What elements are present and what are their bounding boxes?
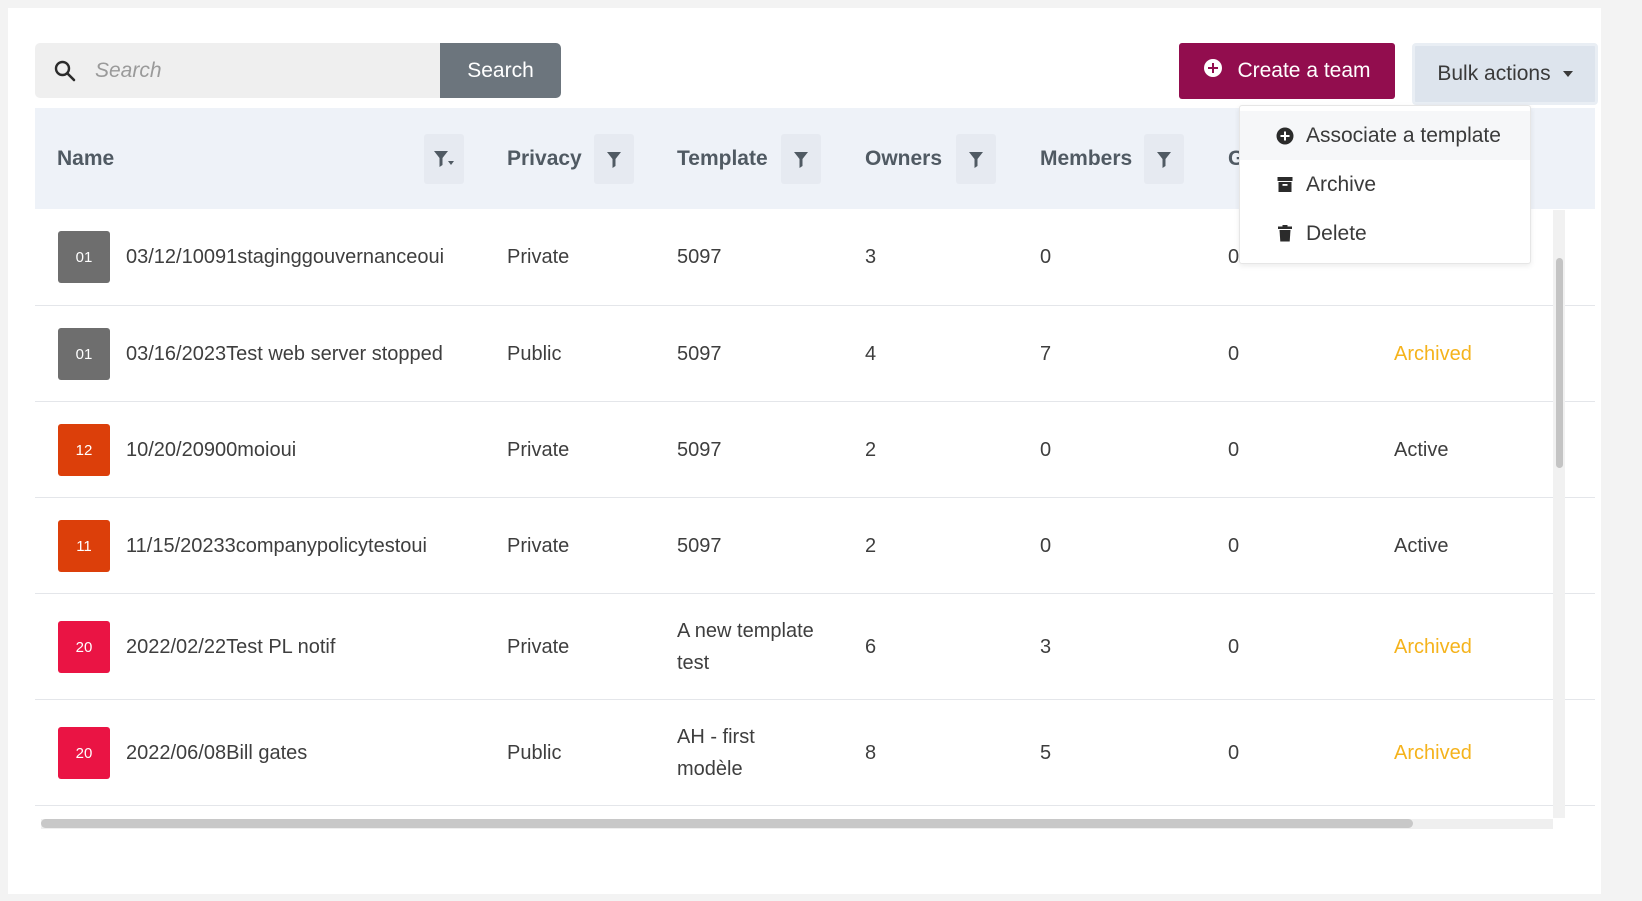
team-owners: 2 bbox=[865, 534, 877, 557]
trash-icon bbox=[1276, 225, 1294, 243]
team-privacy: Private bbox=[507, 534, 570, 557]
create-team-label: Create a team bbox=[1237, 59, 1371, 82]
search-input[interactable] bbox=[95, 58, 415, 83]
table-row[interactable]: 01 03/16/2023Test web server stopped Pub… bbox=[35, 306, 1595, 402]
vertical-scrollbar-thumb[interactable] bbox=[1556, 258, 1563, 468]
team-guests: 0 bbox=[1228, 741, 1240, 764]
search-group: Search bbox=[35, 43, 561, 98]
search-field[interactable] bbox=[35, 43, 440, 98]
team-template: AH - first modèle bbox=[677, 725, 755, 780]
plus-circle-icon bbox=[1276, 127, 1294, 145]
column-header-template[interactable]: Template bbox=[677, 108, 768, 209]
horizontal-scrollbar-thumb[interactable] bbox=[41, 819, 1413, 828]
create-team-button[interactable]: Create a team bbox=[1179, 43, 1395, 99]
team-owners: 4 bbox=[865, 342, 877, 365]
menu-item-delete[interactable]: Delete bbox=[1240, 209, 1530, 258]
team-avatar: 11 bbox=[58, 520, 110, 572]
bulk-actions-menu: Associate a template Archive Delete bbox=[1239, 105, 1531, 264]
team-template: 5097 bbox=[677, 342, 722, 365]
filter-icon[interactable] bbox=[1144, 134, 1184, 184]
team-privacy: Private bbox=[507, 438, 570, 461]
menu-item-label: Associate a template bbox=[1306, 123, 1501, 147]
team-privacy: Public bbox=[507, 741, 562, 764]
team-status: Archived bbox=[1394, 342, 1472, 365]
caret-down-icon bbox=[1562, 71, 1573, 77]
table-row[interactable]: 12 10/20/20900moioui Private 5097 2 0 0 … bbox=[35, 402, 1595, 498]
team-status: Active bbox=[1394, 534, 1449, 557]
team-template: A new template test bbox=[677, 619, 814, 674]
team-avatar: 12 bbox=[58, 424, 110, 476]
team-owners: 8 bbox=[865, 741, 877, 764]
team-name[interactable]: 2022/02/22Test PL notif bbox=[126, 594, 335, 699]
bulk-actions-button[interactable]: Bulk actions bbox=[1412, 43, 1598, 105]
menu-item-associate-template[interactable]: Associate a template bbox=[1240, 111, 1530, 160]
team-guests: 0 bbox=[1228, 246, 1240, 268]
column-header-members[interactable]: Members bbox=[1040, 108, 1132, 209]
menu-item-archive[interactable]: Archive bbox=[1240, 160, 1530, 209]
team-name[interactable]: 10/20/20900moioui bbox=[126, 402, 296, 497]
menu-item-label: Archive bbox=[1306, 172, 1377, 196]
team-avatar: 20 bbox=[58, 727, 110, 779]
bulk-actions-label: Bulk actions bbox=[1437, 62, 1551, 85]
team-members: 0 bbox=[1040, 246, 1052, 268]
team-avatar: 01 bbox=[58, 231, 110, 283]
team-avatar: 01 bbox=[58, 328, 110, 380]
team-members: 3 bbox=[1040, 635, 1052, 658]
search-icon bbox=[35, 43, 95, 98]
team-guests: 0 bbox=[1228, 534, 1240, 557]
team-name[interactable]: 03/12/10091staginggouvernanceoui bbox=[126, 209, 444, 305]
team-owners: 3 bbox=[865, 246, 877, 268]
team-members: 7 bbox=[1040, 342, 1052, 365]
team-template: 5097 bbox=[677, 438, 722, 461]
search-button[interactable]: Search bbox=[440, 43, 561, 98]
team-guests: 0 bbox=[1228, 342, 1240, 365]
teams-card: Search Create a team Bulk actions Name bbox=[8, 8, 1601, 894]
archive-icon bbox=[1276, 176, 1294, 194]
filter-icon[interactable] bbox=[781, 134, 821, 184]
team-members: 5 bbox=[1040, 741, 1052, 764]
filter-icon[interactable] bbox=[594, 134, 634, 184]
team-privacy: Private bbox=[507, 635, 570, 658]
team-guests: 0 bbox=[1228, 635, 1240, 658]
team-owners: 2 bbox=[865, 438, 877, 461]
team-members: 0 bbox=[1040, 438, 1052, 461]
table-row[interactable]: 20 2022/06/08Bill gates Public AH - firs… bbox=[35, 700, 1595, 806]
team-privacy: Private bbox=[507, 246, 570, 268]
team-name[interactable]: 2022/06/08Bill gates bbox=[126, 700, 307, 805]
team-name[interactable]: 03/16/2023Test web server stopped bbox=[126, 306, 443, 401]
team-owners: 6 bbox=[865, 635, 877, 658]
team-template: 5097 bbox=[677, 534, 722, 557]
team-status: Active bbox=[1394, 438, 1449, 461]
team-name[interactable]: 11/15/20233companypolicytestoui bbox=[126, 498, 427, 593]
filter-sort-icon[interactable] bbox=[424, 134, 464, 184]
team-template: 5097 bbox=[677, 246, 722, 268]
team-status: Archived bbox=[1394, 741, 1472, 764]
column-header-privacy[interactable]: Privacy bbox=[507, 108, 582, 209]
column-header-name[interactable]: Name bbox=[57, 108, 114, 209]
team-members: 0 bbox=[1040, 534, 1052, 557]
filter-icon[interactable] bbox=[956, 134, 996, 184]
team-guests: 0 bbox=[1228, 438, 1240, 461]
table-row[interactable]: 20 2022/02/22Test PL notif Private A new… bbox=[35, 594, 1595, 700]
menu-item-label: Delete bbox=[1306, 221, 1367, 245]
team-privacy: Public bbox=[507, 342, 562, 365]
team-avatar: 20 bbox=[58, 621, 110, 673]
team-status: Archived bbox=[1394, 635, 1472, 658]
plus-circle-icon bbox=[1203, 58, 1223, 84]
column-header-owners[interactable]: Owners bbox=[865, 108, 942, 209]
table-row[interactable]: 11 11/15/20233companypolicytestoui Priva… bbox=[35, 498, 1595, 594]
